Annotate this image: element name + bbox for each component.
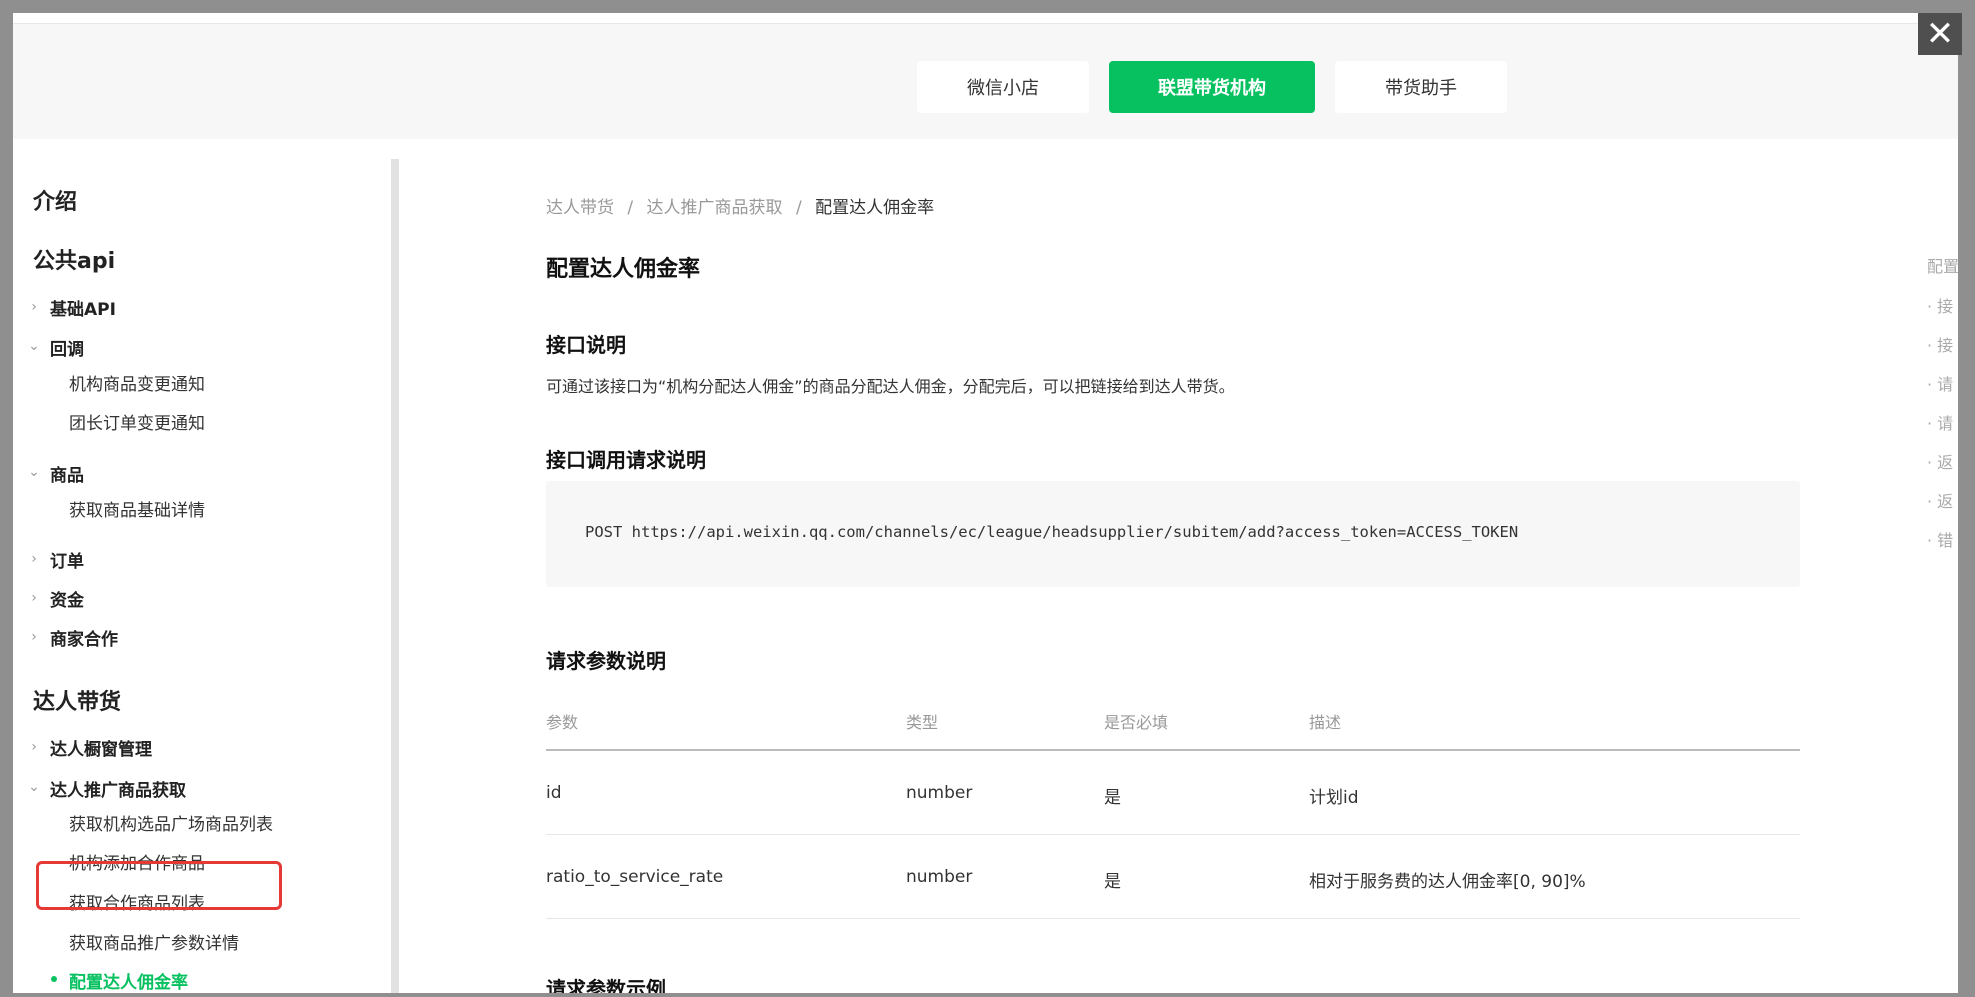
cell-type: number <box>906 783 973 803</box>
cell-param: id <box>546 783 562 803</box>
toc-item[interactable]: · 返 <box>1927 449 1953 473</box>
params-table: 参数 类型 是否必填 描述 id number 是 计划id ratio_to_… <box>546 691 1800 919</box>
toc-item[interactable]: · 请 <box>1927 371 1953 395</box>
column-header: 描述 <box>1309 713 1342 732</box>
doc-window: 微信小店 联盟带货机构 带货助手 介绍 公共api › 基础API ⌄ 回调 机… <box>13 13 1958 993</box>
cell-desc: 计划id <box>1309 788 1359 808</box>
table-header: 参数 类型 是否必填 描述 <box>546 691 1800 751</box>
sidebar-item-talent-promote[interactable]: 达人推广商品获取 <box>50 776 186 801</box>
sidebar-item-goods-detail[interactable]: 获取商品基础详情 <box>69 496 205 521</box>
toc-item[interactable]: · 接 <box>1927 293 1953 317</box>
description-text: 可通过该接口为“机构分配达人佣金”的商品分配达人佣金，分配完后，可以把链接给到达… <box>546 377 1235 396</box>
toc-item[interactable]: · 接 <box>1927 332 1953 356</box>
section-heading-call: 接口调用请求说明 <box>546 448 706 472</box>
sidebar-item-talent-window[interactable]: 达人橱窗管理 <box>50 735 152 760</box>
breadcrumb-item[interactable]: 达人带货 <box>546 198 614 218</box>
sidebar-item-funds[interactable]: 资金 <box>50 586 84 611</box>
section-heading-example: 请求参数示例 <box>546 977 666 993</box>
cell-type: number <box>906 867 973 887</box>
code-block: POST https://api.weixin.qq.com/channels/… <box>546 481 1800 587</box>
sidebar-item-callback[interactable]: 回调 <box>50 335 84 360</box>
chevron-right-icon: › <box>31 551 37 567</box>
highlight-box <box>36 861 282 910</box>
tab-sales-assistant[interactable]: 带货助手 <box>1335 61 1507 113</box>
sidebar-section-talent[interactable]: 达人带货 <box>33 684 121 716</box>
column-header: 类型 <box>906 713 939 732</box>
sidebar-item-merchant[interactable]: 商家合作 <box>50 625 118 650</box>
cell-required: 是 <box>1104 872 1121 892</box>
toc-item[interactable]: · 返 <box>1927 488 1953 512</box>
tab-weixin-store[interactable]: 微信小店 <box>917 61 1089 113</box>
request-line: POST https://api.weixin.qq.com/channels/… <box>585 523 1519 541</box>
top-nav: 微信小店 联盟带货机构 带货助手 <box>13 24 1958 139</box>
sidebar-item-basic-api[interactable]: 基础API <box>50 295 116 320</box>
table-row: id number 是 计划id <box>546 751 1800 835</box>
breadcrumb: 达人带货 / 达人推广商品获取 / 配置达人佣金率 <box>546 193 934 218</box>
column-header: 参数 <box>546 713 579 732</box>
breadcrumb-separator: / <box>627 198 634 218</box>
sidebar-item-orders[interactable]: 订单 <box>50 547 84 572</box>
sidebar-item-leader-order-notify[interactable]: 团长订单变更通知 <box>69 409 205 434</box>
chevron-down-icon: ⌄ <box>28 338 40 354</box>
section-heading-desc: 接口说明 <box>546 333 626 357</box>
cell-required: 是 <box>1104 788 1121 808</box>
active-dot-icon <box>51 976 57 982</box>
column-header: 是否必填 <box>1104 713 1169 732</box>
tab-league-agency[interactable]: 联盟带货机构 <box>1109 61 1315 113</box>
table-row: ratio_to_service_rate number 是 相对于服务费的达人… <box>546 835 1800 919</box>
sidebar-scrollbar[interactable] <box>391 159 399 993</box>
section-heading-params: 请求参数说明 <box>546 649 666 673</box>
cell-desc: 相对于服务费的达人佣金率[0, 90]% <box>1309 872 1586 892</box>
close-icon[interactable]: ✕ <box>1918 13 1962 55</box>
toc-item[interactable]: · 错 <box>1927 527 1953 551</box>
chevron-right-icon: › <box>31 629 37 645</box>
chevron-right-icon: › <box>31 590 37 606</box>
toc-item[interactable]: · 请 <box>1927 410 1953 434</box>
chevron-right-icon: › <box>31 299 37 315</box>
sidebar-section-intro[interactable]: 介绍 <box>33 184 77 216</box>
chevron-down-icon: ⌄ <box>28 779 40 795</box>
breadcrumb-current: 配置达人佣金率 <box>815 198 935 218</box>
sidebar-item-commission-rate[interactable]: 配置达人佣金率 <box>69 968 188 993</box>
breadcrumb-item[interactable]: 达人推广商品获取 <box>647 198 783 218</box>
sidebar-item-goods[interactable]: 商品 <box>50 461 84 486</box>
page-title: 配置达人佣金率 <box>546 257 701 282</box>
sidebar-item-promote-params[interactable]: 获取商品推广参数详情 <box>69 929 239 954</box>
sidebar-item-agency-goods-notify[interactable]: 机构商品变更通知 <box>69 370 205 395</box>
cell-param: ratio_to_service_rate <box>546 867 724 887</box>
sidebar-item-select-square-list[interactable]: 获取机构选品广场商品列表 <box>69 810 273 835</box>
breadcrumb-separator: / <box>795 198 802 218</box>
chevron-right-icon: › <box>31 739 37 755</box>
toc-title: 配置 <box>1927 257 1958 276</box>
sidebar-section-public-api[interactable]: 公共api <box>33 243 115 275</box>
chevron-down-icon: ⌄ <box>28 464 40 480</box>
